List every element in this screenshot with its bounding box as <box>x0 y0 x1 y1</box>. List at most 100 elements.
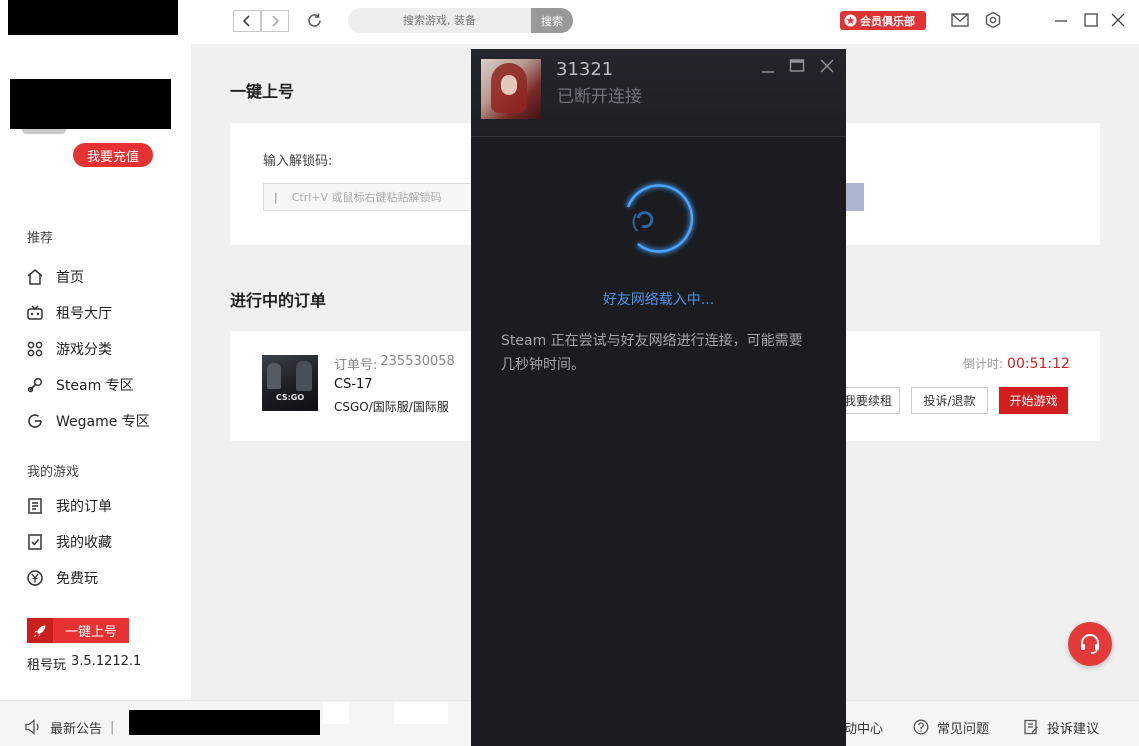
unlock-code-input[interactable]: | Ctrl+V 或鼠标右键粘贴解锁码 <box>263 183 473 211</box>
steam-friends-window: 31321 已断开连接 好友网络载入中... Steam 正在尝试与好友网络进行… <box>471 49 846 746</box>
text-cursor-icon: | <box>274 190 278 204</box>
app-version: 租号玩 3.5.1212.1 <box>27 654 141 673</box>
vip-badge-icon <box>844 14 857 27</box>
speaker-icon <box>25 719 39 735</box>
steam-username: 31321 <box>556 59 614 80</box>
sidebar-item-wegame[interactable]: Wegame 专区 <box>26 409 150 433</box>
search-button[interactable]: 搜索 <box>531 8 573 33</box>
sidebar-item-my-orders[interactable]: 我的订单 <box>26 494 112 518</box>
app-logo-redacted <box>8 0 178 35</box>
quick-login-button[interactable]: 一键上号 <box>27 618 129 643</box>
countdown-timer: 00:51:12 <box>1007 355 1070 372</box>
steam-connection-status: 已断开连接 <box>557 87 642 107</box>
chevron-left-icon <box>242 15 250 27</box>
grid-icon <box>27 341 43 357</box>
sidebar-item-free-play[interactable]: 免费玩 <box>26 566 98 590</box>
feedback-icon <box>1024 719 1038 735</box>
orders-title: 进行中的订单 <box>230 291 327 310</box>
order-number-row: 订单号: 235530058 <box>334 354 455 373</box>
close-button[interactable] <box>1110 12 1126 28</box>
search-box: 搜索 <box>348 8 573 33</box>
steam-close-button[interactable] <box>819 58 835 74</box>
close-icon <box>1111 13 1125 27</box>
feedback-label: 投诉建议 <box>1047 721 1100 737</box>
sidebar-item-label: 我的收藏 <box>56 535 112 551</box>
maximize-icon <box>789 59 805 72</box>
order-number: 235530058 <box>380 354 455 369</box>
favorite-icon <box>28 534 42 550</box>
faq-label: 常见问题 <box>937 721 990 737</box>
minimize-icon <box>1055 20 1067 22</box>
version-number: 3.5.1212.1 <box>71 654 142 669</box>
app-name: 租号玩 <box>27 658 67 673</box>
notice-label: 最新公告 <box>50 721 103 737</box>
game-thumbnail[interactable]: CS:GO <box>262 355 318 411</box>
activity-center-link[interactable]: 动中心 <box>844 718 884 737</box>
sidebar-item-favorites[interactable]: 我的收藏 <box>26 530 112 554</box>
sidebar-item-label: 我的订单 <box>56 499 112 515</box>
section-title-recommend: 推荐 <box>27 231 54 246</box>
unlock-placeholder: Ctrl+V 或鼠标右键粘贴解锁码 <box>291 191 442 204</box>
loading-spinner-icon <box>608 169 710 271</box>
headset-icon <box>1081 634 1099 654</box>
help-icon <box>913 719 929 735</box>
sidebar-item-label: Steam 专区 <box>56 378 134 394</box>
sidebar-item-label: 免费玩 <box>56 571 98 587</box>
mail-icon <box>951 13 969 27</box>
countdown-label: 倒计时: <box>963 357 1004 371</box>
gear-icon <box>985 11 1001 29</box>
order-number-label: 订单号: <box>334 358 378 373</box>
notice-fragment <box>323 702 349 724</box>
steam-minimize-button[interactable] <box>760 59 776 75</box>
minimize-button[interactable] <box>1053 12 1069 28</box>
complaint-refund-button[interactable]: 投诉/退款 <box>911 387 988 414</box>
vip-club-button[interactable]: 会员俱乐部 <box>840 11 926 30</box>
back-button[interactable] <box>233 10 261 32</box>
recharge-button[interactable]: 我要充值 <box>73 143 153 167</box>
yen-icon <box>27 570 43 586</box>
close-icon <box>820 59 834 73</box>
settings-button[interactable] <box>984 11 1002 29</box>
maximize-icon <box>1084 13 1098 27</box>
start-game-button[interactable]: 开始游戏 <box>999 387 1068 414</box>
mail-button[interactable] <box>951 13 969 27</box>
countdown: 倒计时: 00:51:12 <box>963 355 1070 372</box>
divider: | <box>110 719 115 735</box>
notice-link[interactable]: 最新公告 | <box>24 718 115 737</box>
unlock-submit-button[interactable] <box>846 183 864 211</box>
sidebar-item-steam[interactable]: Steam 专区 <box>26 373 134 397</box>
unlock-label: 输入解锁码: <box>263 154 333 169</box>
rocket-icon <box>27 618 53 643</box>
sidebar-item-label: 游戏分类 <box>56 342 112 358</box>
order-icon <box>28 498 42 514</box>
sidebar-item-label: 租号大厅 <box>56 306 112 322</box>
wegame-icon <box>28 414 42 428</box>
vip-label: 会员俱乐部 <box>860 14 915 28</box>
sidebar-item-home[interactable]: 首页 <box>26 265 84 289</box>
sidebar-item-label: Wegame 专区 <box>56 414 150 430</box>
sidebar-item-categories[interactable]: 游戏分类 <box>26 337 112 361</box>
sidebar-item-rental-hall[interactable]: 租号大厅 <box>26 301 112 325</box>
notice-fragment <box>394 702 448 724</box>
avatar[interactable] <box>481 59 541 119</box>
maximize-button[interactable] <box>1083 12 1099 28</box>
gamepad-icon <box>27 305 43 320</box>
activity-center-label: 动中心 <box>844 721 884 737</box>
user-info-redacted <box>10 79 171 129</box>
section-title-my-games: 我的游戏 <box>27 465 80 480</box>
quick-login-title: 一键上号 <box>230 82 295 101</box>
quick-login-label: 一键上号 <box>64 625 117 640</box>
loading-text: 好友网络载入中... <box>602 292 715 308</box>
faq-link[interactable]: 常见问题 <box>913 718 990 737</box>
forward-button[interactable] <box>261 10 289 32</box>
search-input[interactable] <box>348 8 531 33</box>
account-name: CS-17 <box>334 377 373 392</box>
refresh-button[interactable] <box>306 12 323 29</box>
home-icon <box>27 269 43 285</box>
sidebar-item-label: 首页 <box>56 270 84 286</box>
game-logo-text: CS:GO <box>275 393 305 402</box>
steam-maximize-button[interactable] <box>789 58 805 74</box>
minimize-icon <box>762 71 774 73</box>
feedback-link[interactable]: 投诉建议 <box>1023 718 1100 737</box>
customer-service-button[interactable] <box>1068 622 1112 666</box>
